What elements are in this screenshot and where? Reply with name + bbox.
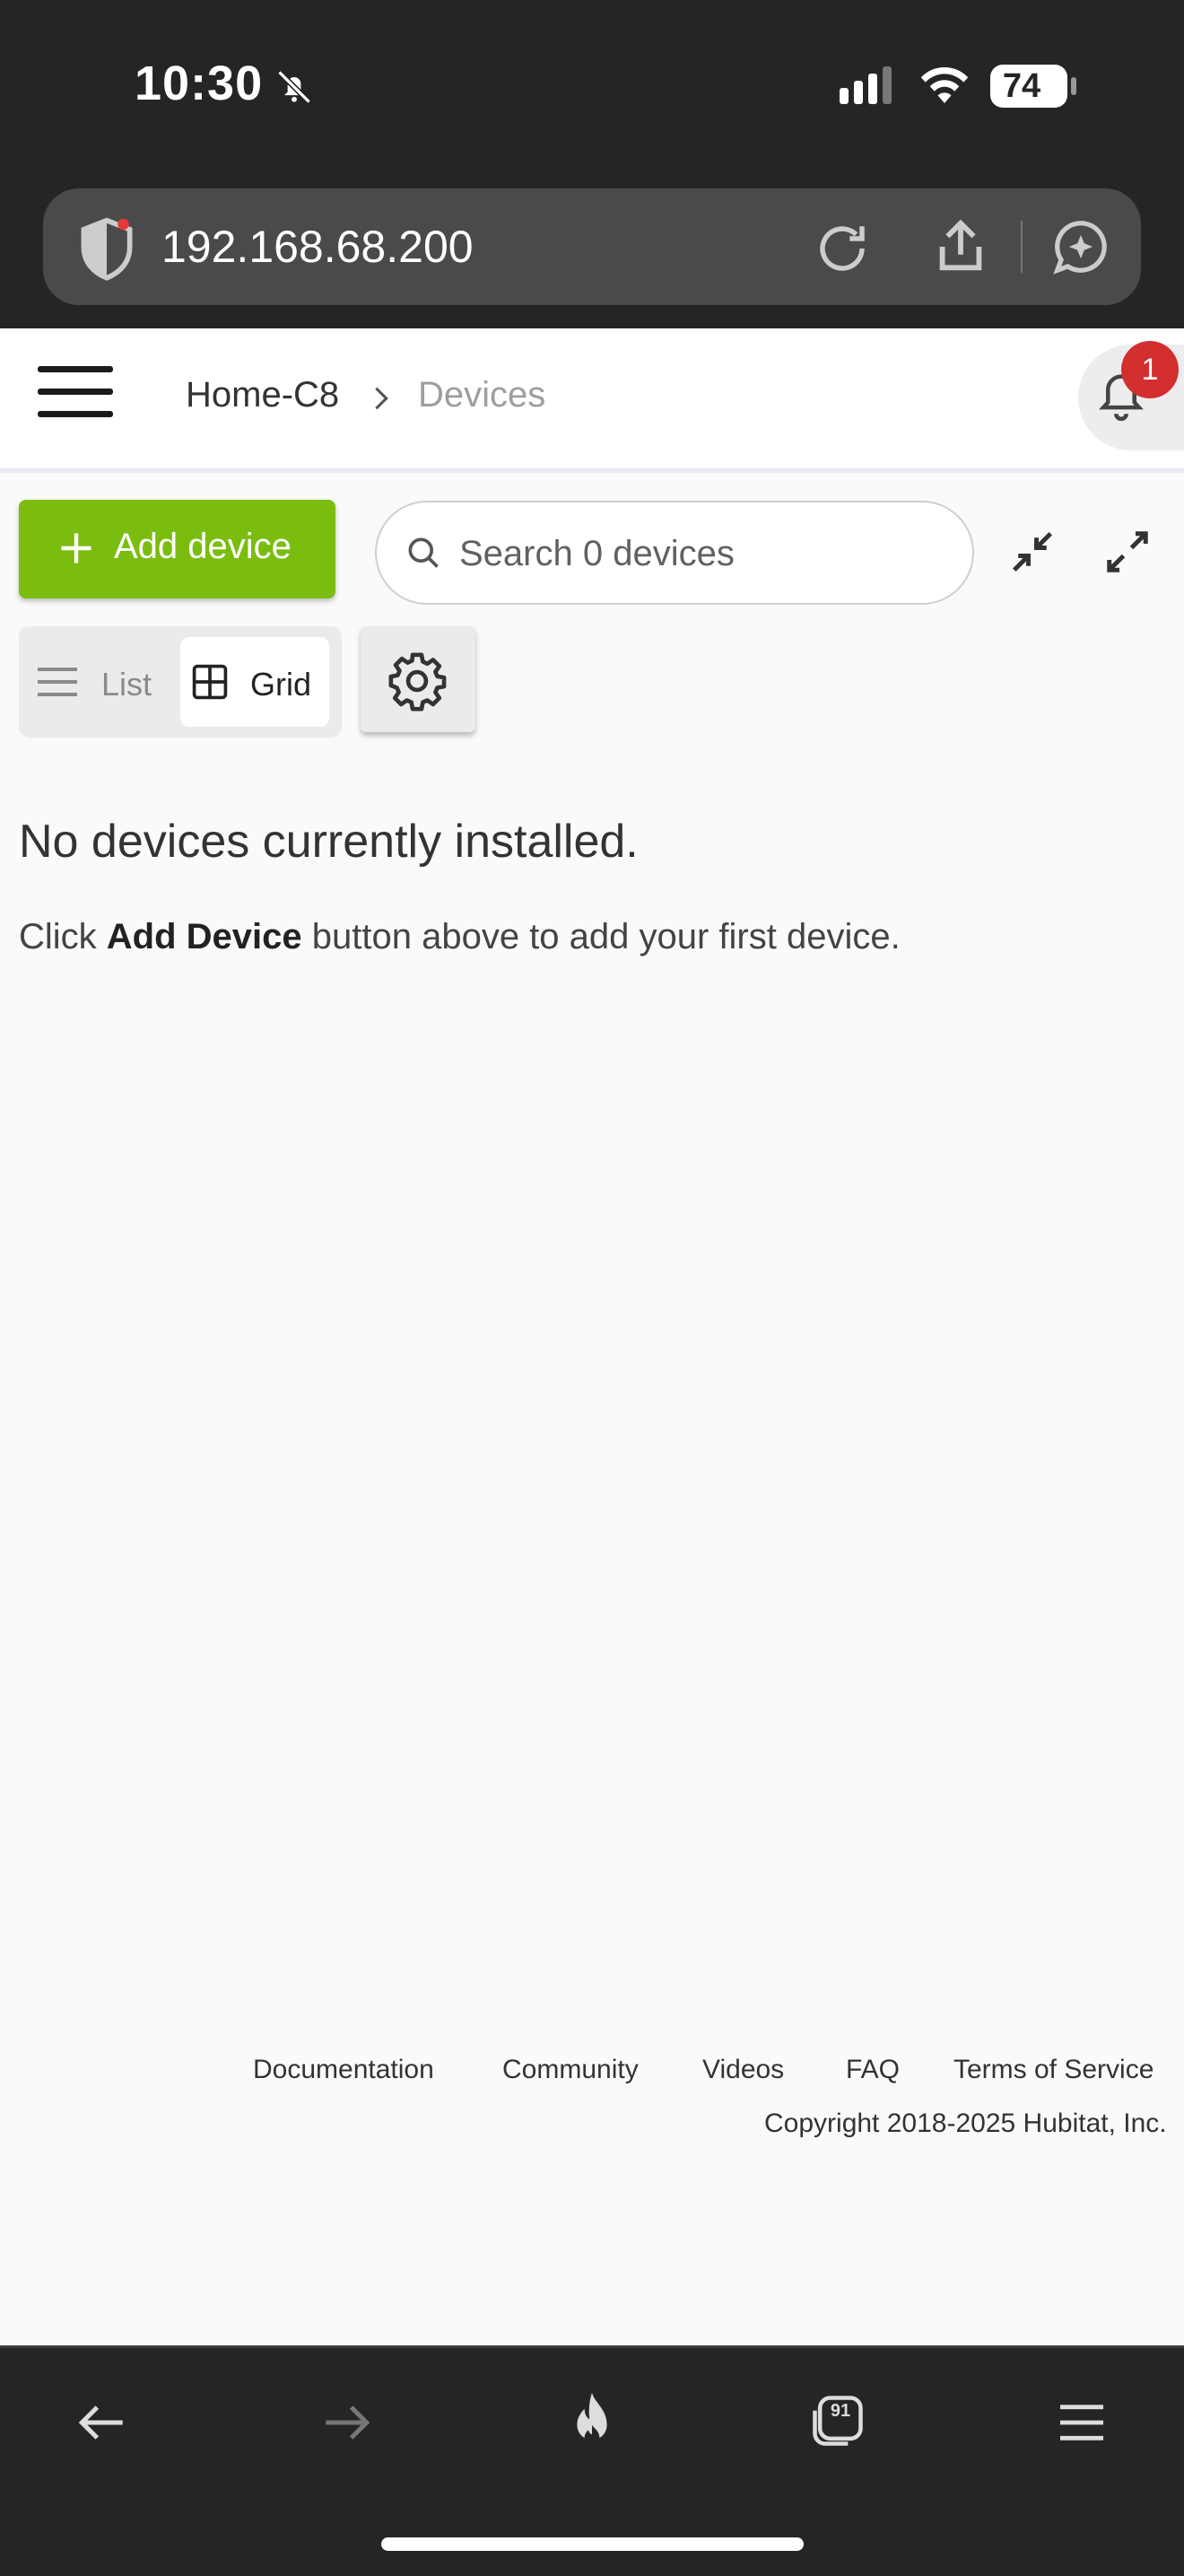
url-text[interactable]: 192.168.68.200 xyxy=(161,221,474,273)
search-icon xyxy=(408,537,439,568)
wifi-icon xyxy=(917,63,972,108)
notification-badge: 1 xyxy=(1121,341,1179,398)
gear-icon xyxy=(386,650,448,717)
ai-assistant-icon[interactable] xyxy=(1049,215,1112,278)
chevron-right-icon xyxy=(366,380,396,421)
breadcrumb-hub[interactable]: Home-C8 xyxy=(186,375,339,415)
app-header xyxy=(0,332,1184,473)
breadcrumb-current: Devices xyxy=(418,375,546,415)
battery-icon: 74 xyxy=(990,65,1067,108)
footer-link-documentation[interactable]: Documentation xyxy=(253,2055,434,2085)
home-indicator xyxy=(381,2537,804,2551)
footer-link-faq[interactable]: FAQ xyxy=(846,2055,900,2085)
add-device-label: Add device xyxy=(114,527,292,566)
back-arrow-icon[interactable] xyxy=(72,2392,133,2458)
status-time: 10:30 xyxy=(135,57,264,110)
bell-muted-icon xyxy=(274,67,314,107)
shield-icon[interactable] xyxy=(75,215,138,282)
empty-state-description: Click Add Device button above to add you… xyxy=(19,917,901,957)
battery-tip xyxy=(1071,77,1076,95)
toolbar-divider xyxy=(1021,221,1023,273)
add-device-button[interactable]: Add device xyxy=(19,500,335,598)
empty-desc-prefix: Click xyxy=(19,917,107,956)
collapse-icon[interactable] xyxy=(1008,528,1057,581)
flame-icon[interactable] xyxy=(562,2390,622,2459)
list-icon[interactable] xyxy=(36,664,79,704)
empty-state-title: No devices currently installed. xyxy=(19,816,639,868)
search-box[interactable] xyxy=(375,501,974,605)
forward-arrow-icon[interactable] xyxy=(316,2392,377,2458)
grid-icon xyxy=(190,662,230,706)
tabs-button[interactable]: 91 xyxy=(807,2390,868,2451)
tab-count: 91 xyxy=(830,2401,851,2421)
view-grid-label: Grid xyxy=(250,666,312,703)
menu-icon[interactable] xyxy=(1053,2394,1110,2456)
footer-link-videos[interactable]: Videos xyxy=(702,2055,784,2085)
battery-level: 74 xyxy=(1002,67,1041,105)
expand-icon[interactable] xyxy=(1103,528,1152,581)
search-input[interactable] xyxy=(457,522,945,585)
footer-link-community[interactable]: Community xyxy=(502,2055,639,2085)
share-icon[interactable] xyxy=(929,215,992,278)
empty-desc-suffix: button above to add your first device. xyxy=(301,917,901,956)
reload-icon[interactable] xyxy=(813,219,872,278)
plus-icon xyxy=(61,533,91,563)
empty-desc-bold: Add Device xyxy=(106,917,302,956)
copyright: Copyright 2018-2025 Hubitat, Inc. xyxy=(764,2109,1167,2138)
footer-link-terms[interactable]: Terms of Service xyxy=(953,2055,1154,2085)
cellular-signal-icon xyxy=(838,65,901,108)
hamburger-menu-icon[interactable] xyxy=(36,362,115,424)
view-list-button[interactable]: List xyxy=(101,666,152,703)
